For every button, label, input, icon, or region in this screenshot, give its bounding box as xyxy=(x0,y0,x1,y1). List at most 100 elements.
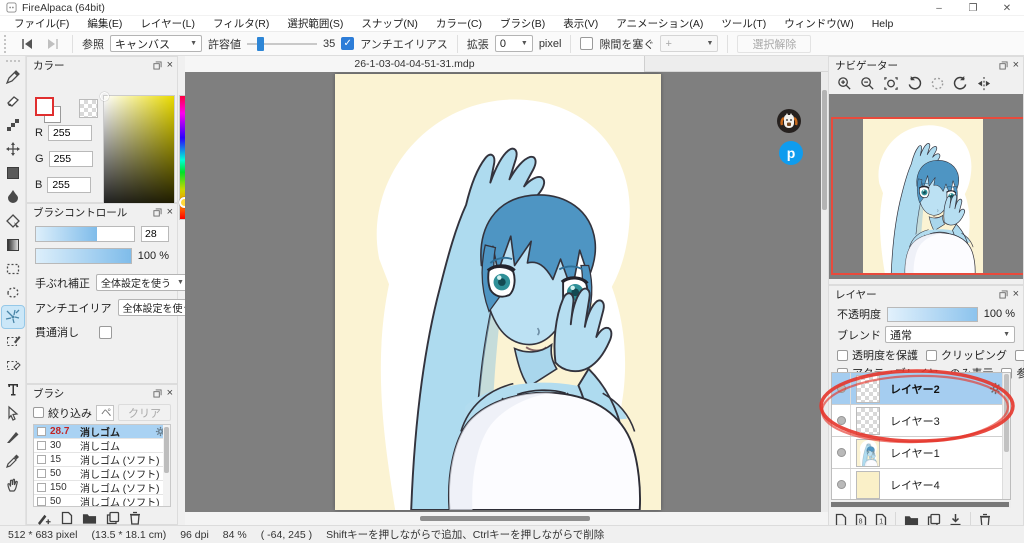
brush-row[interactable]: 50消しゴム (ソフト) xyxy=(34,467,170,481)
brush-row[interactable]: 50消しゴム (ソフト) xyxy=(34,495,170,507)
firealpaca-mascot-button[interactable] xyxy=(777,109,801,133)
rotate-reset-icon[interactable] xyxy=(930,76,945,91)
move-tool-icon[interactable] xyxy=(2,138,24,160)
gradient-tool-icon[interactable] xyxy=(2,234,24,256)
r-field[interactable] xyxy=(48,125,92,141)
float-panel-icon[interactable] xyxy=(999,61,1008,70)
float-panel-icon[interactable] xyxy=(999,290,1008,299)
delete-brush-icon[interactable] xyxy=(129,511,141,525)
layer-row[interactable]: レイヤー3 xyxy=(832,405,1010,437)
restore-button[interactable]: ❐ xyxy=(956,0,990,16)
menu-filter[interactable]: フィルタ(R) xyxy=(205,15,277,32)
close-panel-icon[interactable]: × xyxy=(167,387,173,399)
eyedropper-tool-icon[interactable] xyxy=(2,450,24,472)
layer-visibility-toggle[interactable] xyxy=(832,437,851,468)
fill-polygon-tool-icon[interactable] xyxy=(2,210,24,232)
tolerance-slider[interactable] xyxy=(247,37,317,51)
magic-wand-tool-icon[interactable] xyxy=(2,306,24,328)
close-panel-icon[interactable]: × xyxy=(167,59,173,71)
brush-clear-button[interactable]: クリア xyxy=(118,404,171,421)
menu-window[interactable]: ウィンドウ(W) xyxy=(776,15,861,32)
menu-view[interactable]: 表示(V) xyxy=(555,15,606,32)
brush-row[interactable]: 15消しゴム (ソフト) xyxy=(34,453,170,467)
select-pen-tool-icon[interactable] xyxy=(2,330,24,352)
document-tab[interactable]: 26-1-03-04-04-51-31.mdp xyxy=(185,56,645,72)
minimize-button[interactable]: – xyxy=(922,0,956,16)
brush-row[interactable]: 30消しゴム xyxy=(34,439,170,453)
add-brush-icon[interactable] xyxy=(61,511,73,525)
blend-select[interactable]: 通常▼ xyxy=(885,326,1015,343)
add-brush-pen-icon[interactable] xyxy=(37,511,52,525)
close-panel-icon[interactable]: × xyxy=(1013,288,1019,300)
brush-row[interactable]: 150消しゴム (ソフト) xyxy=(34,481,170,495)
operation-tool-icon[interactable] xyxy=(2,402,24,424)
brush-filter-input[interactable] xyxy=(96,405,114,421)
saturation-value-picker[interactable] xyxy=(103,95,175,220)
dot-tool-icon[interactable] xyxy=(2,114,24,136)
stabilizer-select[interactable]: 全体設定を使う▼ xyxy=(96,274,189,291)
brush-row[interactable]: 28.7消しゴム xyxy=(34,425,170,439)
flip-horizontal-icon[interactable] xyxy=(976,76,992,91)
menu-brush[interactable]: ブラシ(B) xyxy=(492,15,553,32)
select-lasso-tool-icon[interactable] xyxy=(2,282,24,304)
foreground-color-swatch[interactable] xyxy=(35,97,54,116)
canvas-horizontal-scrollbar[interactable] xyxy=(185,512,828,525)
canvas-artwork[interactable] xyxy=(335,74,661,510)
undo-icon[interactable] xyxy=(17,35,37,53)
antialias-checkbox[interactable]: ✓ xyxy=(341,37,354,50)
clipping-option[interactable]: クリッピング xyxy=(926,347,1007,363)
redo-icon[interactable] xyxy=(43,35,63,53)
b-field[interactable] xyxy=(47,177,91,193)
layer-settings-gear-icon[interactable] xyxy=(989,382,1002,395)
navigator-thumbnail[interactable] xyxy=(829,94,1023,279)
toolbar-drag-handle[interactable] xyxy=(4,35,9,53)
float-panel-icon[interactable] xyxy=(153,389,162,398)
canvas-vertical-scrollbar[interactable] xyxy=(821,72,828,512)
close-button[interactable]: ✕ xyxy=(990,0,1024,16)
fill-tool-icon[interactable] xyxy=(2,162,24,184)
close-gap-checkbox[interactable] xyxy=(580,37,593,50)
eraser-tool-icon[interactable] xyxy=(2,90,24,112)
layer-visibility-toggle[interactable] xyxy=(832,405,851,436)
duplicate-brush-icon[interactable] xyxy=(106,511,120,525)
float-panel-icon[interactable] xyxy=(153,61,162,70)
layer-list-horizontal-scrollbar[interactable] xyxy=(831,501,1011,508)
menu-layer[interactable]: レイヤー(L) xyxy=(132,15,203,32)
menu-select[interactable]: 選択範囲(S) xyxy=(279,15,351,32)
menu-file[interactable]: ファイル(F) xyxy=(6,15,77,32)
menu-tool[interactable]: ツール(T) xyxy=(713,15,774,32)
layer-row[interactable]: レイヤー1 xyxy=(832,437,1010,469)
canvas-viewport[interactable]: p xyxy=(185,72,821,512)
reference-select[interactable]: キャンバス▼ xyxy=(110,35,202,52)
menu-edit[interactable]: 編集(E) xyxy=(79,15,130,32)
menu-color[interactable]: カラー(C) xyxy=(428,15,490,32)
brush-size-field[interactable] xyxy=(141,226,169,242)
deselect-button[interactable]: 選択解除 xyxy=(737,35,811,53)
menu-snap[interactable]: スナップ(N) xyxy=(353,15,426,32)
brush-folder-icon[interactable] xyxy=(82,512,97,525)
menu-help[interactable]: Help xyxy=(864,17,902,31)
expand-select[interactable]: 0▼ xyxy=(495,35,533,52)
g-field[interactable] xyxy=(49,151,93,167)
brush-tool-icon[interactable] xyxy=(2,66,24,88)
layer-visibility-toggle[interactable] xyxy=(832,373,851,404)
layer-list-scrollbar[interactable] xyxy=(1002,373,1010,499)
layer-row[interactable]: レイヤー2 xyxy=(832,373,1010,405)
close-panel-icon[interactable]: × xyxy=(1013,59,1019,71)
zoom-in-icon[interactable] xyxy=(837,76,852,91)
select-eraser-tool-icon[interactable] xyxy=(2,354,24,376)
brush-list-scrollbar[interactable] xyxy=(163,425,170,506)
close-panel-icon[interactable]: × xyxy=(167,206,173,218)
transparent-color-swatch[interactable] xyxy=(79,99,98,118)
hand-tool-icon[interactable] xyxy=(2,474,24,496)
layer-row[interactable]: レイヤー4 xyxy=(832,469,1010,500)
select-rect-tool-icon[interactable] xyxy=(2,258,24,280)
divide-tool-icon[interactable] xyxy=(2,426,24,448)
penetrate-checkbox[interactable] xyxy=(99,326,112,339)
close-gap-select[interactable]: +▼ xyxy=(660,35,718,52)
layer-visibility-toggle[interactable] xyxy=(832,469,851,500)
brush-size-slider[interactable] xyxy=(35,226,135,242)
toolstrip-drag-handle[interactable] xyxy=(6,60,20,62)
brush-opacity-slider[interactable] xyxy=(35,248,132,264)
brush-filter-checkbox[interactable] xyxy=(33,407,44,418)
